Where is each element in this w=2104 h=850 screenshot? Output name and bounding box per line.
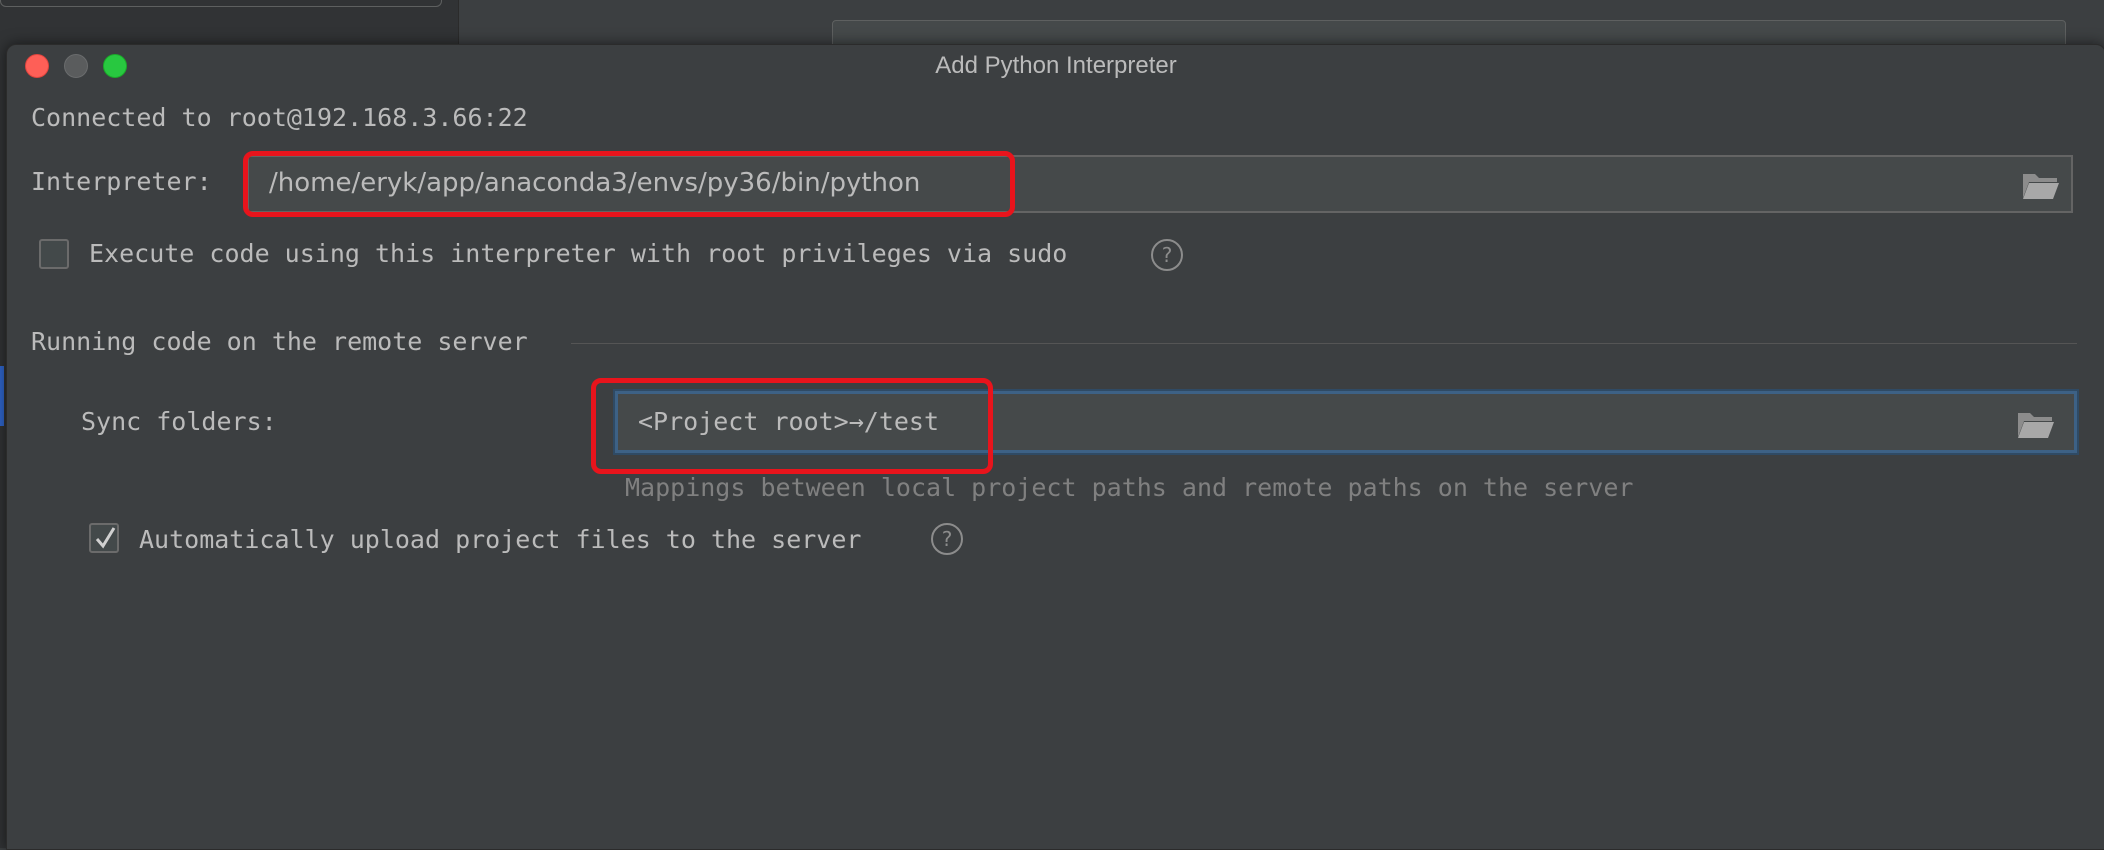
- background-search-box: [0, 0, 442, 7]
- folder-open-icon[interactable]: [2016, 408, 2056, 440]
- folder-open-icon[interactable]: [2021, 169, 2061, 201]
- interpreter-annotation-box: [243, 151, 1015, 217]
- dialog-titlebar: Add Python Interpreter: [7, 45, 2104, 85]
- interpreter-label: Interpreter:: [31, 167, 212, 196]
- dialog-title: Add Python Interpreter: [935, 52, 1177, 79]
- connection-status-label: Connected to root@192.168.3.66:22: [31, 103, 528, 132]
- background-selected-item-marker: [0, 366, 4, 426]
- auto-upload-label: Automatically upload project files to th…: [139, 525, 862, 554]
- section-separator: [571, 343, 2077, 344]
- checkmark-icon: [95, 527, 116, 549]
- add-python-interpreter-dialog: Add Python Interpreter Connected to root…: [6, 44, 2104, 850]
- sync-folders-annotation-box: [591, 378, 993, 474]
- remote-section-title: Running code on the remote server: [31, 327, 528, 356]
- auto-upload-help-icon[interactable]: ?: [931, 523, 963, 555]
- sudo-checkbox-label: Execute code using this interpreter with…: [89, 239, 1068, 268]
- sudo-checkbox[interactable]: [39, 239, 69, 269]
- auto-upload-checkbox[interactable]: [89, 523, 119, 553]
- sync-folders-label: Sync folders:: [81, 407, 277, 436]
- sudo-help-icon[interactable]: ?: [1151, 239, 1183, 271]
- sync-folders-hint: Mappings between local project paths and…: [625, 473, 1634, 502]
